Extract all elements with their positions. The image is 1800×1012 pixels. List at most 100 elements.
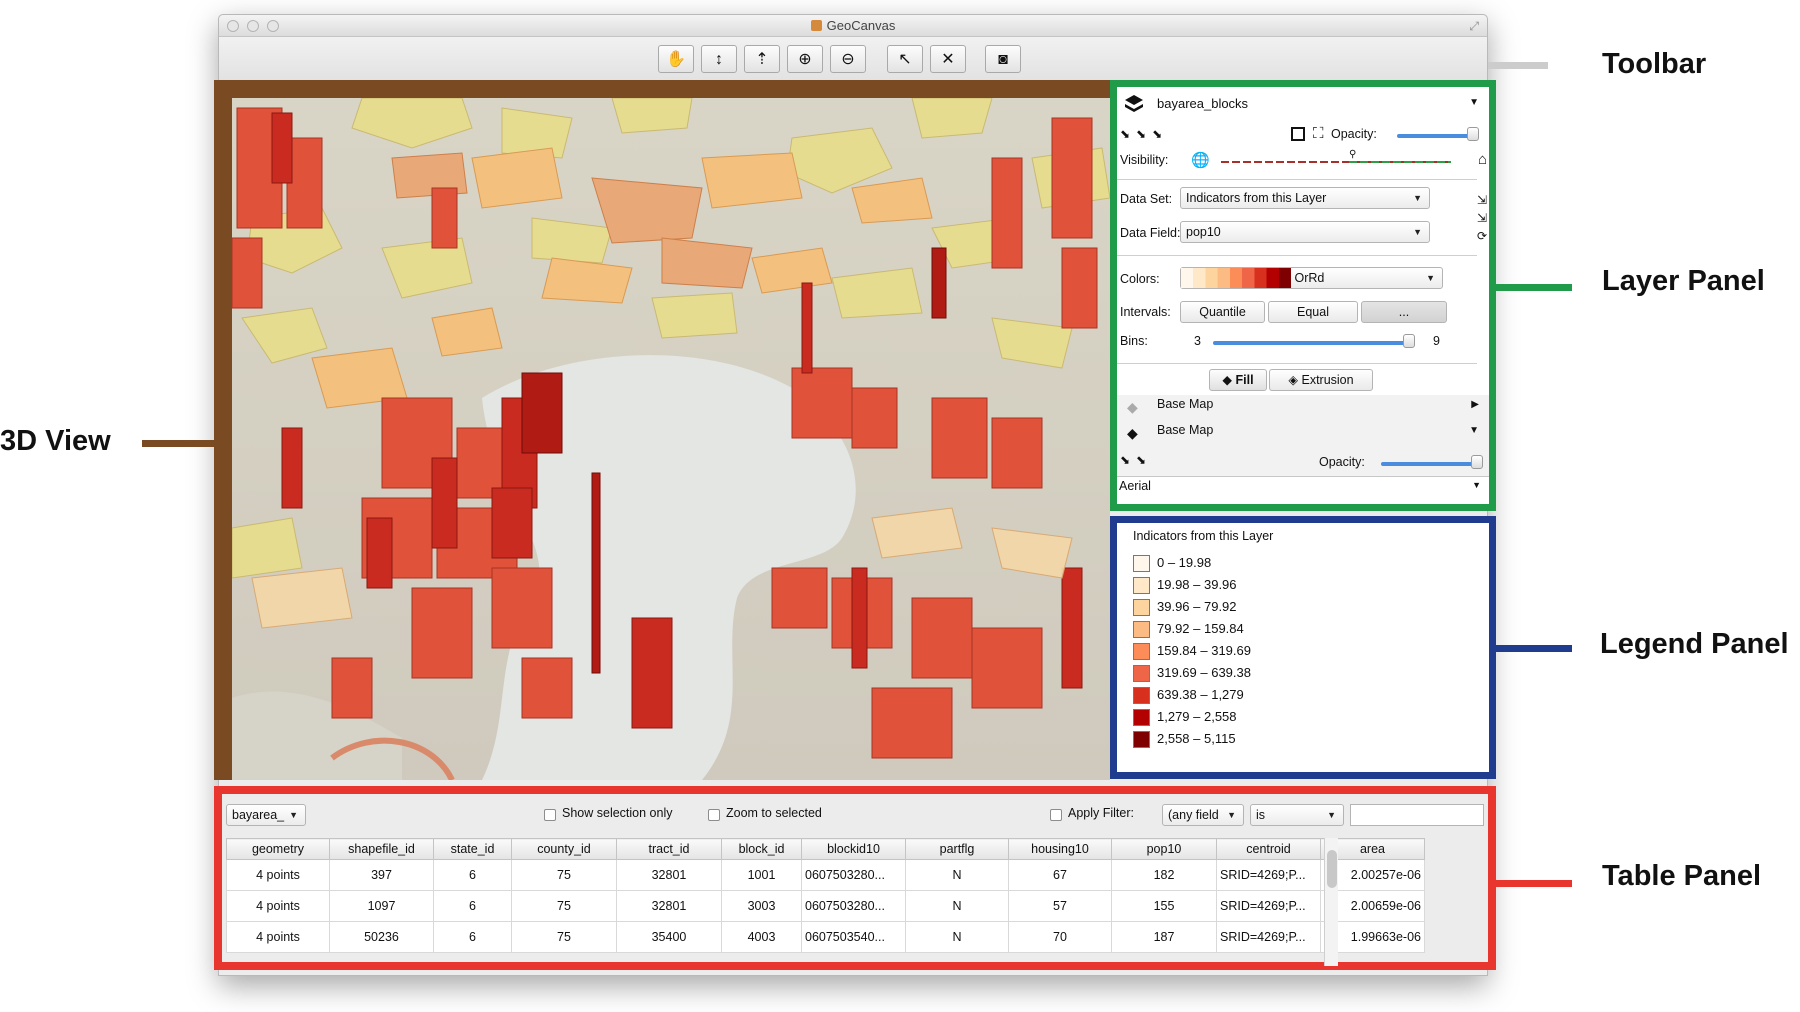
layer-opacity-label: Opacity: [1331,127,1377,141]
toolbar-callout-line [1488,62,1548,69]
legend-label: 2,558 – 5,115 [1157,731,1236,746]
table-vertical-scrollbar[interactable] [1324,838,1338,966]
show-selection-only-checkbox[interactable] [544,809,556,821]
table-cell[interactable]: 6 [433,921,512,953]
color-ramp-name: OrRd [1294,271,1325,285]
apply-filter-checkbox[interactable] [1050,809,1062,821]
bins-label: Bins: [1120,334,1148,348]
table-cell[interactable]: 75 [511,921,617,953]
screenshot-button[interactable]: ◙ [985,45,1021,73]
table-cell[interactable]: 70 [1008,921,1112,953]
chevron-right-icon[interactable]: ▶ [1471,399,1479,410]
select-button[interactable]: ↖ [887,45,923,73]
bins-slider[interactable] [1213,341,1409,345]
base-opacity-slider-thumb[interactable] [1471,455,1483,469]
table-cell[interactable]: 1097 [329,890,434,922]
fullscreen-icon[interactable]: ⤢ [1469,19,1479,34]
base-style-select[interactable]: Aerial ▼ [1117,476,1489,497]
scrollbar-thumb[interactable] [1327,850,1337,888]
move-base-layer-icons[interactable]: ⬊⬊ [1120,453,1152,467]
visibility-range-active[interactable] [1349,161,1451,163]
table-cell[interactable]: N [905,890,1009,922]
table-cell[interactable]: 50236 [329,921,434,953]
layer-expand-chevron-icon[interactable]: ▼ [1469,97,1479,108]
globe-icon[interactable]: 🌐 [1191,151,1210,169]
table-cell[interactable]: 0607503280... [801,890,906,922]
view3d-canvas[interactable] [232,98,1110,780]
table-cell[interactable]: 4 points [226,890,330,922]
column-header[interactable]: centroid [1216,838,1321,860]
table-cell[interactable]: 1001 [721,859,802,891]
table-cell[interactable]: 182 [1111,859,1217,891]
table-cell[interactable]: N [905,859,1009,891]
zoom-in-button[interactable]: ⊕ [787,45,823,73]
table-cell[interactable]: 0607503280... [801,859,906,891]
interval-more-button[interactable]: ... [1361,301,1447,323]
column-header[interactable]: county_id [511,838,617,860]
table-cell[interactable]: 3003 [721,890,802,922]
column-header[interactable]: housing10 [1008,838,1112,860]
column-header[interactable]: tract_id [616,838,722,860]
table-cell[interactable]: N [905,921,1009,953]
table-cell[interactable]: 6 [433,890,512,922]
table-cell[interactable]: 0607503540... [801,921,906,953]
interval-equal-button[interactable]: Equal [1268,301,1358,323]
chevron-down-icon[interactable]: ▼ [1469,425,1479,436]
clear-selection-button[interactable]: ✕ [930,45,966,73]
tab-fill[interactable]: ◆ Fill [1209,369,1267,391]
table-cell[interactable]: SRID=4269;P... [1216,890,1321,922]
table-cell[interactable]: 75 [511,890,617,922]
zoom-out-button[interactable]: ⊖ [830,45,866,73]
table-cell[interactable]: 187 [1111,921,1217,953]
table-cell[interactable]: 4003 [721,921,802,953]
table-cell[interactable]: 4 points [226,859,330,891]
data-field-select[interactable]: pop10 ▼ [1180,221,1430,243]
column-header[interactable]: shapefile_id [329,838,434,860]
table-cell[interactable]: 35400 [616,921,722,953]
base-opacity-slider[interactable] [1381,462,1477,466]
pan-tool-button[interactable]: ✋ [658,45,694,73]
table-cell[interactable]: 32801 [616,859,722,891]
column-header[interactable]: pop10 [1111,838,1217,860]
column-header[interactable]: geometry [226,838,330,860]
column-header[interactable]: state_id [433,838,512,860]
filter-field-select[interactable]: (any field ▼ [1162,804,1244,826]
column-header[interactable]: blockid10 [801,838,906,860]
base-map-2-label: Base Map [1157,423,1214,437]
tab-extrusion[interactable]: ◈ Extrusion [1269,369,1373,391]
height-tool-button[interactable]: ↕ [701,45,737,73]
table-cell[interactable]: SRID=4269;P... [1216,921,1321,953]
filter-operator-select[interactable]: is ▼ [1250,804,1344,826]
color-ramp-select[interactable]: OrRd ▼ [1180,267,1443,289]
table-row[interactable]: 4 points 1097 6 75 32801 3003 0607503280... N 57… [226,890,1425,922]
fit-extent-icon[interactable]: ⛶ [1313,125,1324,142]
home-icon[interactable]: ⌂ [1478,151,1487,168]
table-row[interactable]: 4 points 50236 6 75 35400 4003 0607503540... N 7… [226,921,1425,953]
layer-opacity-slider-thumb[interactable] [1467,127,1479,141]
layer-opacity-slider[interactable] [1397,134,1477,138]
table-cell[interactable]: SRID=4269;P... [1216,859,1321,891]
table-cell[interactable]: 57 [1008,890,1112,922]
bounding-box-icon[interactable] [1291,127,1305,141]
column-header[interactable]: partflg [905,838,1009,860]
bins-slider-thumb[interactable] [1403,334,1415,348]
data-set-select[interactable]: Indicators from this Layer ▼ [1180,187,1430,209]
move-layer-icons[interactable]: ⬊⬊⬊ [1120,127,1168,141]
table-cell[interactable]: 67 [1008,859,1112,891]
base-map-icon-faded: ◆ [1127,399,1138,415]
table-cell[interactable]: 6 [433,859,512,891]
table-cell[interactable]: 75 [511,859,617,891]
zoom-to-selected-checkbox[interactable] [708,809,720,821]
field-actions-icons[interactable]: ⇲ ⇲ ⟳ [1477,191,1487,245]
column-header[interactable]: block_id [721,838,802,860]
table-cell[interactable]: 4 points [226,921,330,953]
table-layer-select[interactable]: bayarea_ ▼ [226,804,306,826]
tilt-tool-button[interactable]: ⇡ [744,45,780,73]
table-row[interactable]: 4 points 397 6 75 32801 1001 0607503280... N 67 1… [226,859,1425,891]
filter-operator-value: is [1256,808,1266,822]
table-cell[interactable]: 397 [329,859,434,891]
filter-value-input[interactable] [1350,804,1484,826]
table-cell[interactable]: 155 [1111,890,1217,922]
interval-quantile-button[interactable]: Quantile [1180,301,1265,323]
table-cell[interactable]: 32801 [616,890,722,922]
